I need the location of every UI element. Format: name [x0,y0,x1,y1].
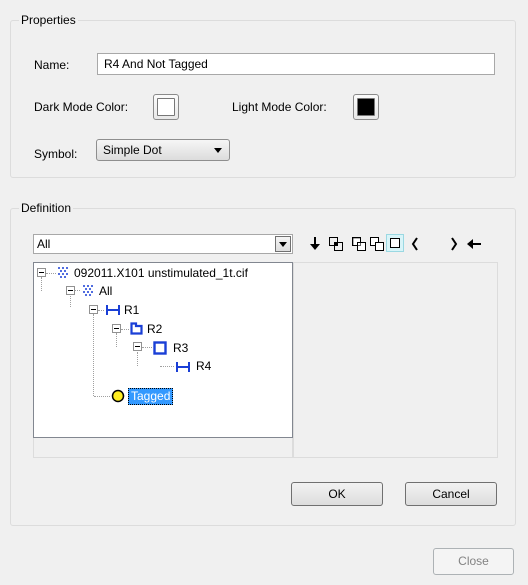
tagged-circle-icon [111,389,125,403]
down-arrow-icon [310,237,320,250]
definition-title: Definition [19,200,74,216]
line-gate-icon [176,362,190,372]
chevron-down-icon [279,242,287,247]
cancel-button[interactable]: Cancel [405,482,497,506]
polygon-gate-icon [130,322,143,335]
expander-r1[interactable] [89,305,98,314]
expander-root[interactable] [37,268,46,277]
and-button[interactable] [327,235,345,253]
dark-mode-color-label: Dark Mode Color: [34,100,129,114]
tree-node-all[interactable]: All [99,284,112,299]
population-dots-icon [83,285,93,296]
light-mode-color-button[interactable] [353,94,379,120]
expander-r3[interactable] [133,342,142,351]
close-paren-button[interactable] [445,235,463,253]
symbol-select[interactable]: Simple Dot [96,139,230,161]
insert-population-button[interactable] [306,235,324,253]
symbol-select-value: Simple Dot [103,143,162,157]
definition-preview-pane [293,262,498,458]
population-tree[interactable]: 092011.X101 unstimulated_1t.cif All R1 R… [33,262,293,438]
close-paren-icon [451,237,458,251]
dark-mode-color-swatch [157,98,175,116]
population-dropdown-button[interactable] [275,236,291,252]
open-paren-icon [411,237,418,251]
ok-button[interactable]: OK [291,482,383,506]
not-button[interactable] [386,234,404,252]
dark-mode-color-button[interactable] [153,94,179,120]
or-alt-button[interactable] [368,235,386,253]
tree-node-tagged[interactable]: Tagged [128,388,174,405]
name-field[interactable]: R4 And Not Tagged [97,53,495,75]
population-dots-icon [58,267,68,278]
tree-node-r2[interactable]: R2 [147,322,162,337]
population-select-value: All [37,237,51,251]
or-button[interactable] [350,235,368,253]
close-button[interactable]: Close [433,548,514,575]
or-icon [352,237,366,251]
not-icon [390,238,400,248]
or-icon [370,237,384,251]
chevron-down-icon [214,148,222,153]
tree-node-root[interactable]: 092011.X101 unstimulated_1t.cif [74,266,248,281]
expander-all[interactable] [66,286,75,295]
tree-node-r3[interactable]: R3 [173,341,188,356]
backspace-button[interactable] [465,235,483,253]
tree-node-r4[interactable]: R4 [196,359,211,374]
and-icon [329,237,343,251]
properties-title: Properties [19,12,78,28]
line-gate-icon [106,305,120,315]
rectangle-gate-icon [153,341,167,355]
definition-bottom-pane [33,438,293,458]
symbol-label: Symbol: [34,147,78,161]
light-mode-color-label: Light Mode Color: [232,100,327,114]
open-paren-button[interactable] [406,235,424,253]
population-select[interactable]: All [33,234,293,254]
light-mode-color-swatch [357,98,375,116]
tree-node-r1[interactable]: R1 [124,303,139,318]
expander-r2[interactable] [112,324,121,333]
backspace-icon [467,239,481,249]
name-label: Name: [34,58,70,72]
